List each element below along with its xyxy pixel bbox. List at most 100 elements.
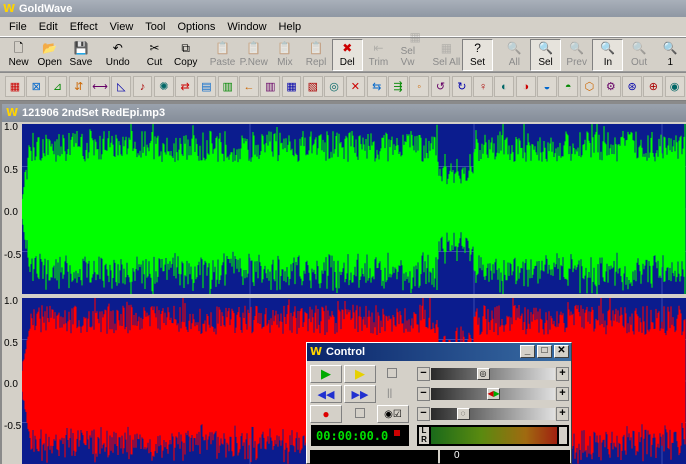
- compressor-icon[interactable]: ⊿: [47, 76, 68, 97]
- pop-click-icon[interactable]: ◉: [664, 76, 685, 97]
- in-button[interactable]: 🔍 In: [592, 39, 624, 71]
- all-button[interactable]: 🔍 All: [499, 39, 530, 71]
- balance-decrease-button[interactable]: −: [417, 387, 430, 401]
- meter-scroll[interactable]: [559, 427, 567, 444]
- reverse-icon[interactable]: ♀: [473, 76, 493, 97]
- prev-button[interactable]: 🔍 Prev: [561, 39, 592, 71]
- trim-button[interactable]: ⇤ Trim: [363, 39, 394, 71]
- balance-increase-button[interactable]: +: [556, 387, 569, 401]
- menu-effect[interactable]: Effect: [64, 21, 104, 33]
- pause-icon[interactable]: ||: [387, 388, 392, 399]
- menu-tool[interactable]: Tool: [139, 21, 171, 33]
- 1-button[interactable]: 🔍 1: [655, 39, 686, 71]
- out-button[interactable]: 🔍 Out: [623, 39, 654, 71]
- balance-slider[interactable]: − ◀▶ +: [417, 386, 569, 402]
- control-logo-icon: W: [310, 345, 323, 358]
- speed-increase-button[interactable]: +: [556, 407, 569, 421]
- menu-window[interactable]: Window: [221, 21, 272, 33]
- zoom-one-icon: 🔍: [662, 41, 678, 55]
- menu-edit[interactable]: Edit: [33, 21, 64, 33]
- paste-button[interactable]: 📋 Paste: [207, 39, 238, 71]
- volume-shape-icon[interactable]: ⬡: [579, 76, 600, 97]
- offset-icon[interactable]: ◎: [324, 76, 344, 97]
- mechanize-icon[interactable]: ▦: [281, 76, 302, 97]
- speed-slider[interactable]: − ◌ +: [417, 406, 569, 422]
- smoother-icon[interactable]: ⊕: [643, 76, 664, 97]
- undo-button[interactable]: ↶ Undo: [102, 39, 133, 71]
- silence-icon[interactable]: ◐: [494, 76, 515, 97]
- app-title-bar: W GoldWave: [0, 0, 686, 17]
- balance-thumb[interactable]: ◀▶: [486, 388, 500, 400]
- speed-thumb[interactable]: ◌: [456, 408, 470, 420]
- sel-vw-button[interactable]: ▦ Sel Vw: [400, 30, 431, 71]
- copy-button[interactable]: ⧉ Copy: [170, 39, 201, 71]
- new-button[interactable]: 🗋 New: [3, 39, 34, 71]
- play-selection-button[interactable]: ▶: [344, 365, 376, 383]
- rewind-button[interactable]: ◀◀: [310, 385, 342, 403]
- toolbar-label: Set: [470, 57, 486, 68]
- equalizer-icon[interactable]: ✺: [153, 76, 174, 97]
- channel-mixer-icon[interactable]: ⊠: [26, 76, 47, 97]
- volume-decrease-button[interactable]: −: [417, 367, 430, 381]
- match-volume-icon[interactable]: ⚙: [600, 76, 621, 97]
- maximize-button[interactable]: □: [537, 345, 552, 358]
- minimize-button[interactable]: _: [520, 345, 535, 358]
- speed-decrease-button[interactable]: −: [417, 407, 430, 421]
- menu-file[interactable]: File: [3, 21, 33, 33]
- toolbar-label: Trim: [368, 57, 389, 68]
- replace-icon: 📋: [308, 41, 324, 55]
- volume-slider[interactable]: − ◎ +: [417, 366, 569, 382]
- pan-icon[interactable]: ✕: [345, 76, 366, 97]
- parametric-eq-icon[interactable]: ⇆: [366, 76, 387, 97]
- invert-icon[interactable]: ▥: [260, 76, 281, 97]
- maximize-volume-icon[interactable]: ⊛: [622, 76, 642, 97]
- left-channel-waveform[interactable]: [22, 124, 686, 294]
- close-button[interactable]: ✕: [554, 345, 569, 358]
- spatial-icon[interactable]: ◑: [515, 76, 536, 97]
- control-window[interactable]: W Control _ □ ✕ ▶ ▶ ◀◀ ▶▶ || ● ◉☑ − ◎ + …: [306, 342, 572, 464]
- volume-increase-button[interactable]: +: [556, 367, 569, 381]
- noise-reduction-icon[interactable]: ▧: [302, 76, 323, 97]
- doppler-icon[interactable]: ⇵: [68, 76, 89, 97]
- fade-out-icon[interactable]: ▤: [196, 76, 217, 97]
- flanger-icon[interactable]: ←: [239, 76, 259, 97]
- menu-help[interactable]: Help: [273, 21, 308, 33]
- reverb-icon[interactable]: ↻: [451, 76, 472, 97]
- loop-checkbox[interactable]: [387, 368, 397, 378]
- mix-icon: 📋: [277, 41, 293, 55]
- volume-change-icon[interactable]: ◓: [558, 76, 579, 97]
- del-button[interactable]: ✖ Del: [331, 39, 363, 71]
- play-button[interactable]: ▶: [310, 365, 342, 383]
- time-warp-icon[interactable]: ◒: [537, 76, 557, 97]
- open-button[interactable]: 📂 Open: [34, 39, 65, 71]
- repl-button[interactable]: 📋 Repl: [300, 39, 331, 71]
- save-button[interactable]: 💾 Save: [65, 39, 96, 71]
- fade-in-icon[interactable]: ⇄: [175, 76, 196, 97]
- p-new-button[interactable]: 📋 P.New: [238, 39, 269, 71]
- sel-button[interactable]: 🔍 Sel: [529, 39, 562, 71]
- dynamics-icon[interactable]: ⟷: [90, 76, 110, 97]
- control-title-bar[interactable]: W Control _ □ ✕: [307, 343, 571, 361]
- resample-icon[interactable]: ↺: [430, 76, 451, 97]
- echo-icon[interactable]: ◺: [111, 76, 132, 97]
- playback-rate-icon[interactable]: ◦: [409, 76, 430, 97]
- record-option-checkbox[interactable]: [355, 408, 365, 418]
- record-button[interactable]: ●: [310, 405, 342, 423]
- mix-button[interactable]: 📋 Mix: [269, 39, 300, 71]
- set-button[interactable]: ? Set: [461, 39, 494, 71]
- sel-all-button[interactable]: ▦ Sel All: [431, 39, 462, 71]
- menu-options[interactable]: Options: [171, 21, 221, 33]
- zoom-selection-icon: 🔍: [538, 41, 553, 55]
- document-logo-icon: W: [6, 106, 19, 119]
- trim-icon: ⇤: [373, 41, 384, 55]
- volume-thumb[interactable]: ◎: [476, 368, 490, 380]
- record-mode-button[interactable]: ◉☑: [377, 405, 409, 423]
- fast-forward-button[interactable]: ▶▶: [344, 385, 376, 403]
- menu-view[interactable]: View: [104, 21, 140, 33]
- cut-button[interactable]: ✂ Cut: [139, 39, 170, 71]
- left-channel-signal: [22, 124, 686, 294]
- filter-icon[interactable]: ▥: [217, 76, 238, 97]
- auto-gain-icon[interactable]: ▦: [5, 76, 25, 97]
- pitch-icon[interactable]: ⇶: [388, 76, 408, 97]
- envelope-icon[interactable]: ♪: [132, 76, 153, 97]
